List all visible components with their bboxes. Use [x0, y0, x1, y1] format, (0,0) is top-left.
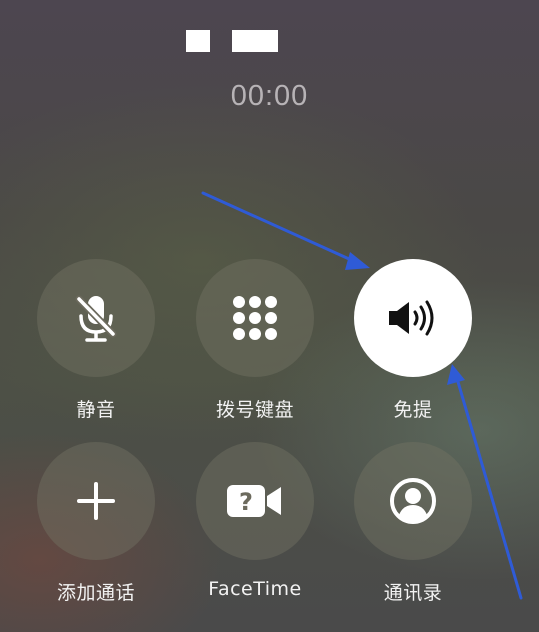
facetime-label: FaceTime [208, 578, 302, 600]
facetime-button[interactable]: ? FaceTime [190, 442, 320, 600]
mute-button-circle[interactable] [37, 259, 155, 377]
svg-text:?: ? [239, 488, 253, 516]
keypad-button-circle[interactable] [196, 259, 314, 377]
mic-slash-icon [75, 295, 117, 342]
speaker-label: 免提 [393, 399, 433, 421]
contacts-button[interactable]: 通讯录 [348, 442, 478, 605]
speaker-icon [389, 300, 434, 336]
contacts-label: 通讯录 [383, 582, 443, 604]
redaction-block [186, 30, 210, 52]
call-timer: 00:00 [230, 80, 309, 112]
keypad-label: 拨号键盘 [215, 399, 294, 421]
person-circle-icon [390, 478, 436, 524]
facetime-button-circle[interactable]: ? [196, 442, 314, 560]
mute-label: 静音 [76, 399, 116, 421]
facetime-video-icon: ? [227, 485, 281, 517]
add-call-button-circle[interactable] [37, 442, 155, 560]
add-call-button[interactable]: 添加通话 [31, 442, 161, 605]
mute-button[interactable]: 静音 [31, 259, 161, 422]
contacts-button-circle[interactable] [354, 442, 472, 560]
keypad-icon [233, 296, 277, 340]
plus-icon [77, 482, 115, 520]
redaction-block [232, 30, 278, 52]
caller-name-redacted [0, 30, 539, 54]
keypad-button[interactable]: 拨号键盘 [190, 259, 320, 422]
speaker-button[interactable]: 免提 [348, 259, 478, 422]
add-call-label: 添加通话 [56, 582, 135, 604]
speaker-button-circle[interactable] [354, 259, 472, 377]
annotation-arrow [201, 191, 360, 265]
